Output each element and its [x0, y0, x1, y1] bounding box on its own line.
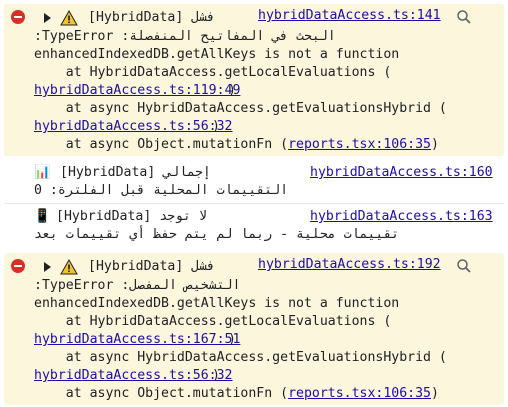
expand-arrow-icon[interactable] [44, 262, 51, 272]
stack-link[interactable]: hybridDataAccess.ts:167:51 [34, 331, 240, 349]
phone-emoji-icon: 📱 [34, 209, 51, 224]
stack-line: التشخيص المفصل: TypeError: [34, 278, 241, 293]
search-icon[interactable] [456, 258, 472, 274]
stack-link[interactable]: reports.tsx:106:35 [288, 386, 431, 401]
source-link[interactable]: hybridDataAccess.ts:141 [258, 7, 441, 25]
stack-line: at async Object.mutationFn (reports.tsx:… [34, 137, 439, 152]
stack-link[interactable]: hybridDataAccess.ts:56:32 [34, 367, 233, 385]
stack-line: at HybridDataAccess.getLocalEvaluations … [34, 314, 392, 329]
log-label: [HybridData] لا توجد [56, 209, 207, 224]
console-log-message: 📊 [HybridData] إجمالي hybridDataAccess.t… [4, 160, 504, 204]
stack-paren: ) [212, 368, 220, 383]
stack-line: at async HybridDataAccess.getEvaluations… [34, 101, 447, 116]
console-log-message: 📱 [HybridData] لا توجد hybridDataAccess.… [4, 206, 504, 250]
stack-link[interactable]: hybridDataAccess.ts:119:49 [34, 82, 240, 100]
stack-paren: ) [212, 119, 220, 134]
error-icon [11, 259, 25, 273]
log-text: التقييمات المحلية قبل الفلترة: 0 [34, 183, 289, 198]
stack-line: البحث في المفاتيح المنفصلة: TypeError: [34, 29, 336, 44]
stack-line: enhancedIndexedDB.getAllKeys is not a fu… [34, 296, 400, 311]
warning-icon [60, 259, 78, 275]
stack-line: enhancedIndexedDB.getAllKeys is not a fu… [34, 47, 400, 62]
warning-icon [60, 10, 78, 26]
stack-line: at HybridDataAccess.getLocalEvaluations … [34, 65, 392, 80]
stack-paren: ) [228, 332, 236, 347]
log-label: [HybridData] إجمالي [60, 165, 211, 180]
stack-link[interactable]: hybridDataAccess.ts:56:32 [34, 118, 233, 136]
console-error-message: فشل [HybridData] hybridDataAccess.ts:141… [4, 4, 504, 156]
error-icon [11, 10, 25, 24]
stack-line: at async HybridDataAccess.getEvaluations… [34, 350, 447, 365]
log-label: فشل [HybridData] [88, 10, 216, 25]
expand-arrow-icon[interactable] [44, 13, 51, 23]
source-link[interactable]: hybridDataAccess.ts:160 [310, 164, 493, 182]
stack-link[interactable]: reports.tsx:106:35 [288, 137, 431, 152]
stack-paren: ) [228, 83, 236, 98]
log-label: فشل [HybridData] [88, 259, 216, 274]
source-link[interactable]: hybridDataAccess.ts:163 [310, 208, 493, 226]
log-text: تقييمات محلية - ربما لم يتم حفظ أي تقييم… [34, 227, 400, 242]
stack-line: at async Object.mutationFn (reports.tsx:… [34, 386, 439, 401]
source-link[interactable]: hybridDataAccess.ts:192 [258, 256, 441, 274]
chart-emoji-icon: 📊 [34, 165, 51, 180]
search-icon[interactable] [456, 9, 472, 25]
console-error-message: فشل [HybridData] hybridDataAccess.ts:192… [4, 253, 504, 405]
